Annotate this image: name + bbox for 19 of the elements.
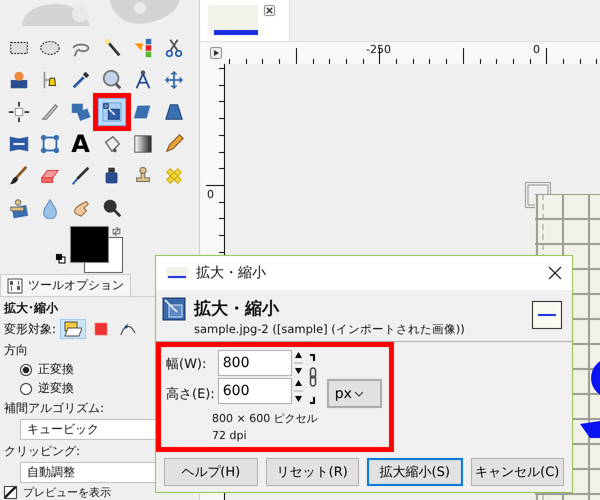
interpolation-label: 補間アルゴリズム: (4, 400, 104, 417)
ruler-label: 0 (532, 42, 540, 56)
ruler-label: 0 (207, 188, 214, 201)
clipping-label: クリッピング: (4, 443, 80, 460)
image-name: sample.jpg-2 ([sample] (インポートされた画像)) (194, 322, 466, 337)
tab-label: ツールオプション (28, 277, 124, 294)
ruler-label: -250 (365, 42, 391, 56)
pixel-size: 800 × 600 ピクセル (212, 411, 319, 427)
direction-label: 方向 (4, 342, 28, 359)
radio-label: 逆変換 (38, 380, 74, 397)
radio-label: 正変換 (38, 361, 74, 378)
dialog-title: 拡大・縮小 (196, 264, 267, 282)
dialog-heading: 拡大・縮小 (194, 298, 280, 320)
transform-label: 変形対象: (4, 320, 56, 338)
preview-label: プレビューを表示 (23, 485, 111, 500)
field-label: 幅(W): (166, 356, 208, 374)
tool-name: 拡大･縮小 (4, 300, 58, 317)
field-label: 高さ(E): (166, 386, 215, 404)
resolution: 72 dpi (212, 428, 248, 444)
